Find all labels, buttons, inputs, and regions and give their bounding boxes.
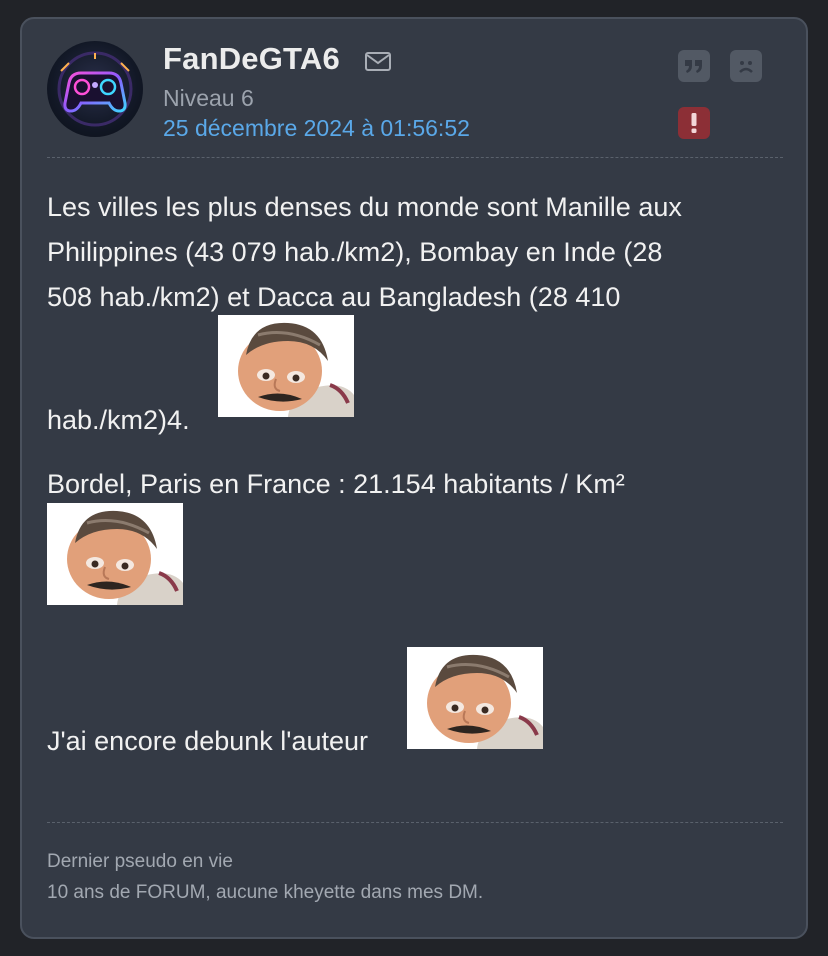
signature-divider (47, 822, 783, 823)
forum-post-card: FanDeGTA6 Niveau 6 25 décembre 2024 à 01… (20, 17, 808, 939)
post-date-link[interactable]: 25 décembre 2024 à 01:56:52 (163, 115, 470, 142)
report-button[interactable] (678, 107, 710, 139)
body-line: 508 hab./km2) et Dacca au Bangladesh (28… (47, 282, 621, 312)
risitas-sticker[interactable] (407, 647, 543, 749)
sad-face-icon (739, 61, 753, 73)
quote-icon (685, 60, 702, 73)
body-line: Les villes les plus denses du monde sont… (47, 192, 682, 222)
signature-line: 10 ans de FORUM, aucune kheyette dans me… (47, 882, 484, 903)
body-line: hab./km2)4. (47, 405, 190, 435)
quote-button[interactable] (678, 50, 710, 82)
header-divider (47, 157, 783, 158)
sad-react-button[interactable] (730, 50, 762, 82)
gamepad-avatar-icon (57, 51, 133, 127)
risitas-sticker[interactable] (47, 503, 183, 605)
avatar[interactable] (47, 41, 143, 137)
envelope-icon[interactable] (364, 51, 394, 73)
author-name[interactable]: FanDeGTA6 (163, 41, 340, 77)
signature-line: Dernier pseudo en vie (47, 851, 233, 872)
body-line: Philippines (43 079 hab./km2), Bombay en… (47, 237, 663, 267)
exclamation-icon (691, 113, 697, 133)
author-level: Niveau 6 (163, 85, 254, 111)
body-line: Bordel, Paris en France : 21.154 habitan… (47, 469, 625, 499)
post-body-paragraph: Les villes les plus denses du monde sont… (47, 185, 767, 320)
